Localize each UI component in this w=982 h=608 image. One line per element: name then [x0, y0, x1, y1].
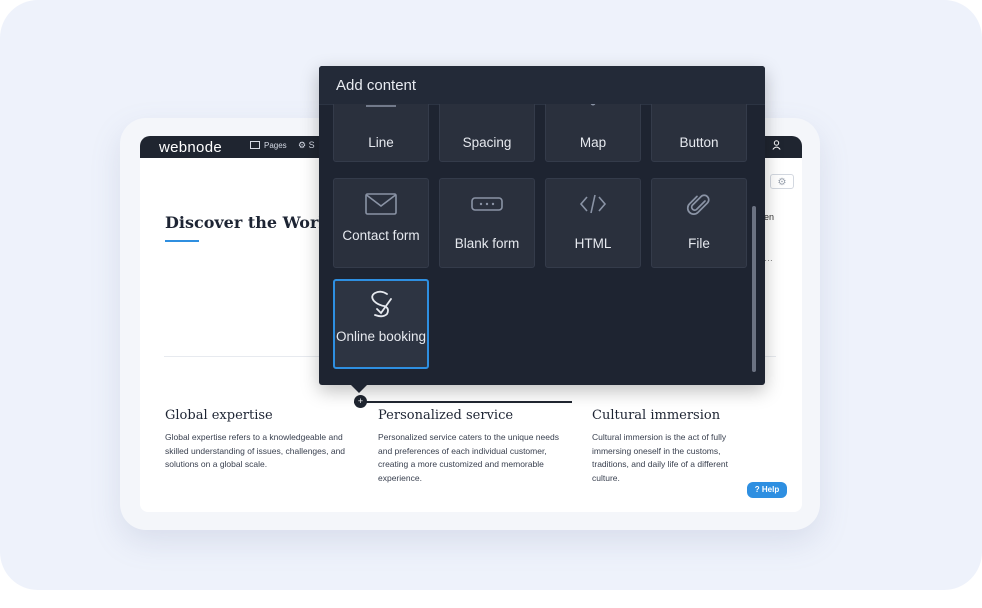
booking-icon [335, 289, 427, 324]
section-settings-button[interactable]: ⚙ [770, 174, 794, 189]
panel-scrollbar[interactable] [752, 206, 756, 372]
code-icon [546, 193, 640, 220]
panel-header: Add content [319, 66, 765, 105]
tile-label: Blank form [454, 236, 520, 251]
feature-title: Cultural immersion [592, 408, 721, 423]
tile-label: Line [368, 135, 394, 150]
feature-title: Personalized service [378, 408, 514, 423]
panel-title: Add content [336, 77, 417, 94]
form-field-icon [440, 197, 534, 216]
heading-underline [165, 240, 199, 242]
tile-html[interactable]: HTML [545, 178, 641, 268]
feature-description: Global expertise refers to a knowledgeab… [165, 432, 346, 470]
insert-handle[interactable]: + [354, 395, 367, 408]
feature-description: Cultural immersion is the act of fully i… [592, 432, 728, 484]
tile-online-booking[interactable]: Online booking [333, 279, 429, 369]
tile-label: HTML [574, 236, 612, 251]
tile-label: Map [579, 135, 607, 150]
content-tile-grid: Line Spacing Map Button Contact form Bla… [319, 104, 765, 385]
tile-contact-form[interactable]: Contact form [333, 178, 429, 268]
tile-label: Spacing [462, 135, 512, 150]
feature-column: Personalized service Personalized servic… [378, 408, 568, 486]
tile-map[interactable]: Map [545, 104, 641, 162]
tile-file[interactable]: File [651, 178, 747, 268]
nav-settings-label: S [308, 140, 315, 150]
insert-drop-line [354, 401, 572, 403]
tile-label: Online booking [335, 329, 427, 344]
line-icon [334, 104, 428, 113]
nav-settings[interactable]: ⚙ S [298, 140, 315, 151]
envelope-icon [334, 193, 428, 220]
tile-line[interactable]: Line [333, 104, 429, 162]
clipped-text-2: … [764, 253, 773, 263]
feature-description: Personalized service caters to the uniqu… [378, 432, 559, 484]
tile-label: Button [679, 135, 719, 150]
feature-column: Cultural immersion Cultural immersion is… [592, 408, 757, 486]
spacing-icon [440, 104, 534, 109]
feature-title: Global expertise [165, 408, 273, 423]
clipped-text: en [764, 212, 775, 222]
tile-spacing[interactable]: Spacing [439, 104, 535, 162]
gear-icon: ⚙ [298, 140, 307, 150]
plus-icon: + [357, 396, 364, 406]
pages-icon [250, 141, 260, 149]
gear-icon: ⚙ [777, 177, 787, 188]
tile-label: Contact form [342, 228, 420, 243]
panel-pointer-arrow [350, 384, 368, 393]
help-button[interactable]: ? Help [747, 482, 787, 498]
question-icon: ? [754, 485, 760, 494]
help-label: Help [761, 485, 780, 494]
add-content-panel: Add content Line Spacing Map Button Cont… [319, 66, 765, 385]
feature-column: Global expertise Global expertise refers… [165, 408, 355, 472]
paperclip-icon [652, 192, 746, 223]
map-icon [546, 104, 640, 111]
webnode-logo: webnode [159, 139, 222, 156]
user-icon[interactable] [772, 140, 781, 153]
tile-blank-form[interactable]: Blank form [439, 178, 535, 268]
tile-label: File [688, 236, 710, 251]
tile-button[interactable]: Button [651, 104, 747, 162]
nav-pages-label: Pages [264, 141, 287, 150]
nav-pages[interactable]: Pages [250, 141, 287, 150]
